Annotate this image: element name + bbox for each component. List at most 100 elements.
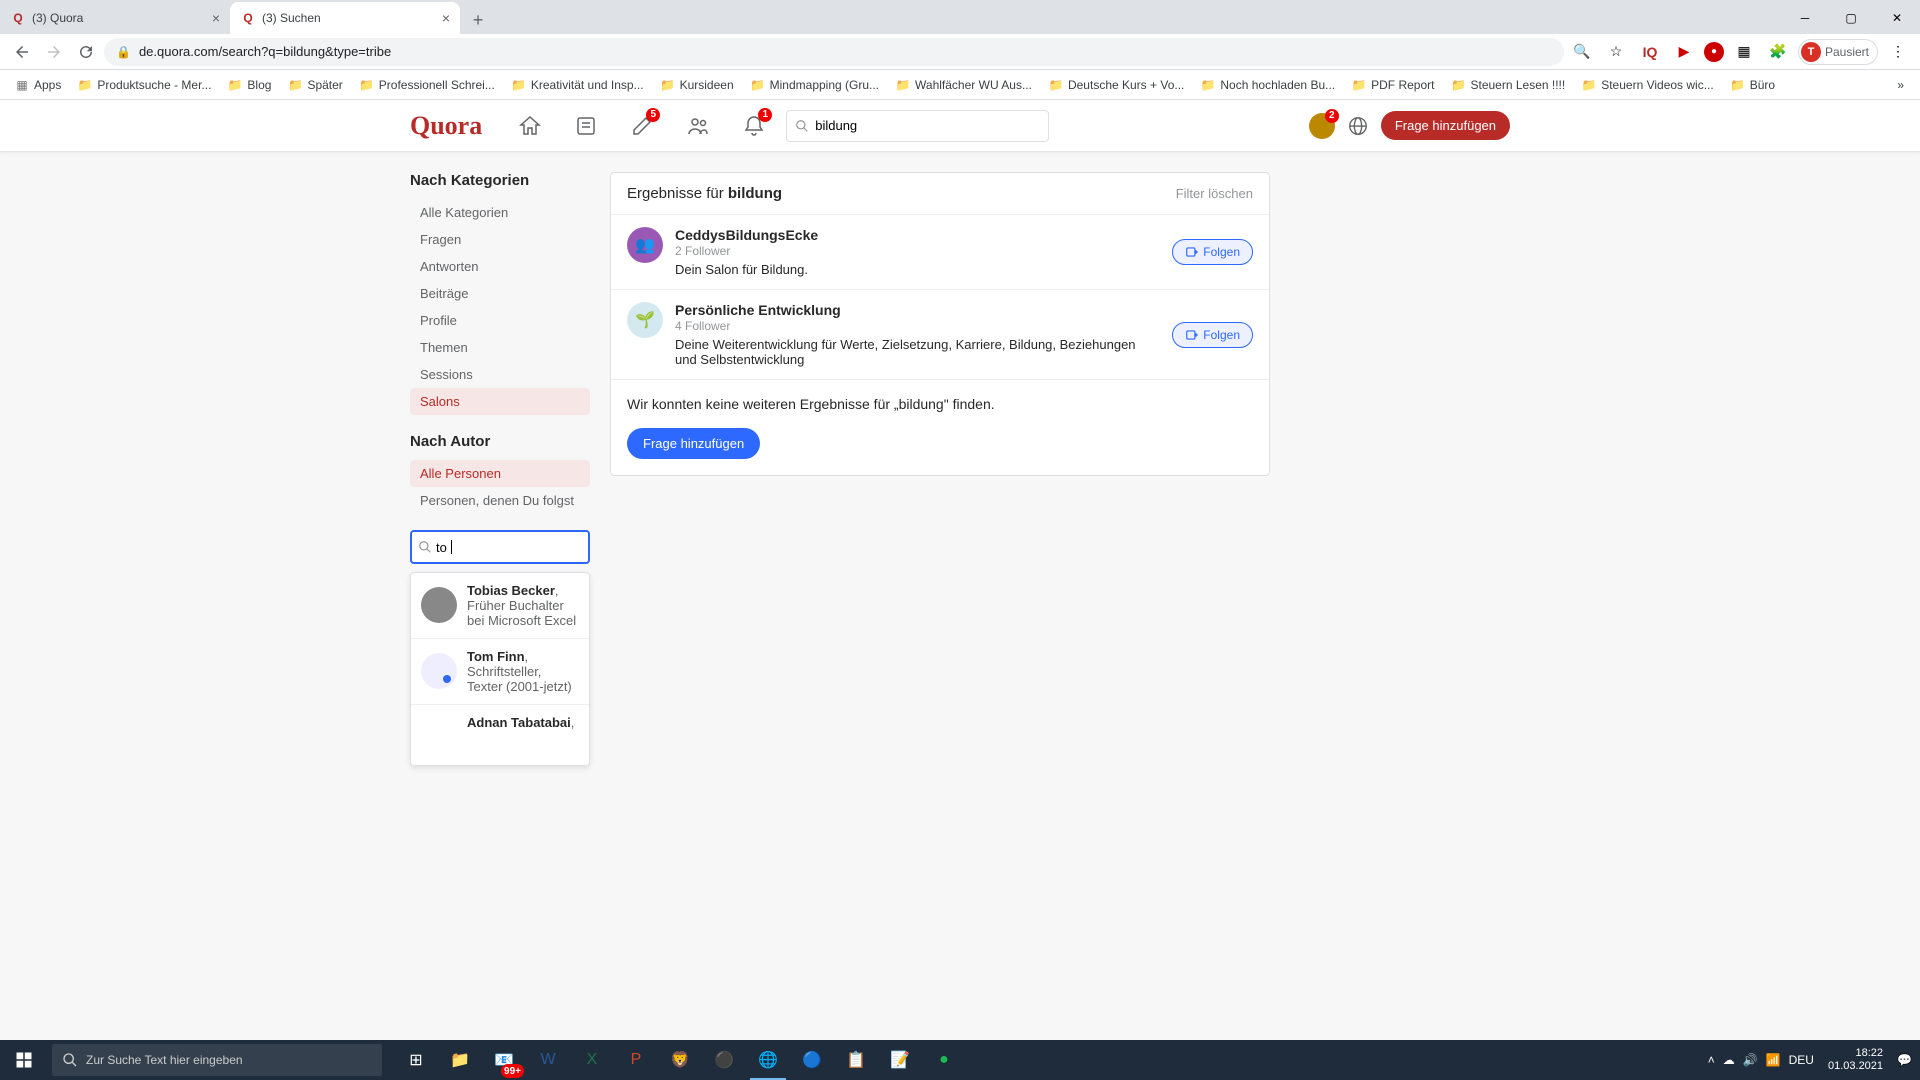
obs-icon[interactable]: ⚫ — [702, 1040, 746, 1080]
chrome-icon[interactable]: 🌐 — [746, 1040, 790, 1080]
cat-salons[interactable]: Salons — [410, 388, 590, 415]
edge-icon[interactable]: 🔵 — [790, 1040, 834, 1080]
bookmarks-overflow-button[interactable]: » — [1889, 74, 1912, 96]
spotify-icon[interactable]: ● — [922, 1040, 966, 1080]
autocomplete-item[interactable]: Adnan Tabatabai, — [411, 705, 589, 765]
person-search-value: to — [436, 540, 447, 555]
browser-toolbar: 🔒 de.quora.com/search?q=bildung&type=tri… — [0, 34, 1920, 70]
bookmark-item[interactable]: 📁PDF Report — [1345, 73, 1440, 97]
window-minimize-button[interactable]: ─ — [1782, 2, 1828, 34]
result-name[interactable]: CeddysBildungsEcke — [675, 227, 1160, 243]
bookmark-item[interactable]: 📁Später — [281, 73, 348, 97]
zoom-icon[interactable]: 🔍 — [1568, 38, 1596, 66]
tray-wifi-icon[interactable]: 📶 — [1766, 1053, 1781, 1067]
browser-tab-inactive[interactable]: Q (3) Quora × — [0, 2, 230, 34]
no-more-results-text: Wir konnten keine weiteren Ergebnisse fü… — [611, 380, 1269, 428]
extension-quora-icon[interactable]: IQ — [1636, 38, 1664, 66]
new-tab-button[interactable]: + — [464, 6, 492, 34]
nav-following[interactable] — [562, 106, 610, 146]
tray-volume-icon[interactable]: 🔊 — [1743, 1053, 1758, 1067]
powerpoint-icon[interactable]: P — [614, 1040, 658, 1080]
bookmark-apps[interactable]: ▦Apps — [8, 73, 67, 97]
folder-icon: 📁 — [895, 77, 911, 93]
quora-logo[interactable]: Quora — [410, 111, 482, 141]
search-input[interactable] — [815, 118, 1039, 133]
excel-icon[interactable]: X — [570, 1040, 614, 1080]
forward-button[interactable] — [40, 38, 68, 66]
start-button[interactable] — [0, 1040, 48, 1080]
close-tab-icon[interactable]: × — [212, 10, 220, 26]
nav-spaces[interactable] — [674, 106, 722, 146]
nav-notifications[interactable]: 1 — [730, 106, 778, 146]
person-search-wrap[interactable]: to — [410, 530, 590, 564]
bookmark-item[interactable]: 📁Produktsuche - Mer... — [71, 73, 217, 97]
bookmark-label: Später — [307, 78, 342, 92]
tab-title: (3) Quora — [32, 11, 83, 25]
chrome-menu-button[interactable]: ⋮ — [1884, 38, 1912, 66]
browser-tab-active[interactable]: Q (3) Suchen × — [230, 2, 460, 34]
add-question-button[interactable]: Frage hinzufügen — [1381, 111, 1510, 140]
clipboard-icon[interactable]: 📋 — [834, 1040, 878, 1080]
bookmark-label: Produktsuche - Mer... — [97, 78, 211, 92]
tray-cloud-icon[interactable]: ☁ — [1723, 1053, 1735, 1067]
taskbar-search[interactable]: Zur Suche Text hier eingeben — [52, 1044, 382, 1076]
bookmark-item[interactable]: 📁Mindmapping (Gru... — [744, 73, 885, 97]
nav-home[interactable] — [506, 106, 554, 146]
back-button[interactable] — [8, 38, 36, 66]
autocomplete-item[interactable]: Tobias Becker, Früher Buchalter bei Micr… — [411, 573, 589, 639]
taskbar-clock[interactable]: 18:22 01.03.2021 — [1822, 1047, 1889, 1073]
close-tab-icon[interactable]: × — [442, 10, 450, 26]
bookmark-item[interactable]: 📁Kursideen — [654, 73, 740, 97]
profile-badge[interactable]: T Pausiert — [1798, 39, 1878, 65]
persons-following[interactable]: Personen, denen Du folgst — [410, 487, 590, 514]
bookmark-item[interactable]: 📁Steuern Videos wic... — [1575, 73, 1720, 97]
bookmark-item[interactable]: 📁Kreativität und Insp... — [505, 73, 650, 97]
extension-qr-icon[interactable]: ▦ — [1730, 38, 1758, 66]
bookmark-item[interactable]: 📁Professionell Schrei... — [353, 73, 501, 97]
follow-button[interactable]: Folgen — [1172, 239, 1253, 265]
follow-button[interactable]: Folgen — [1172, 322, 1253, 348]
bookmark-item[interactable]: 📁Deutsche Kurs + Vo... — [1042, 73, 1190, 97]
profile-menu[interactable]: 2 — [1309, 113, 1335, 139]
bookmark-item[interactable]: 📁Wahlfächer WU Aus... — [889, 73, 1038, 97]
notepad-icon[interactable]: 📝 — [878, 1040, 922, 1080]
bookmarks-bar: ▦Apps 📁Produktsuche - Mer... 📁Blog 📁Spät… — [0, 70, 1920, 100]
cat-sessions[interactable]: Sessions — [410, 361, 590, 388]
word-icon[interactable]: W — [526, 1040, 570, 1080]
cat-profiles[interactable]: Profile — [410, 307, 590, 334]
extension-yt-icon[interactable]: ▶ — [1670, 38, 1698, 66]
cat-all[interactable]: Alle Kategorien — [410, 199, 590, 226]
tray-lang[interactable]: DEU — [1789, 1053, 1814, 1067]
bookmark-item[interactable]: 📁Blog — [221, 73, 277, 97]
extension-adblock-icon[interactable]: ● — [1704, 42, 1724, 62]
mail-icon[interactable]: 📧99+ — [482, 1040, 526, 1080]
bookmark-item[interactable]: 📁Büro — [1724, 73, 1781, 97]
notifications-icon[interactable]: 💬 — [1897, 1053, 1912, 1067]
extensions-button[interactable]: 🧩 — [1764, 38, 1792, 66]
language-button[interactable] — [1343, 111, 1373, 141]
reload-button[interactable] — [72, 38, 100, 66]
cat-topics[interactable]: Themen — [410, 334, 590, 361]
persons-all[interactable]: Alle Personen — [410, 460, 590, 487]
cat-posts[interactable]: Beiträge — [410, 280, 590, 307]
window-close-button[interactable]: ✕ — [1874, 2, 1920, 34]
explorer-icon[interactable]: 📁 — [438, 1040, 482, 1080]
header-search[interactable] — [786, 110, 1048, 142]
taskview-icon[interactable]: ⊞ — [394, 1040, 438, 1080]
cat-answers[interactable]: Antworten — [410, 253, 590, 280]
address-bar[interactable]: 🔒 de.quora.com/search?q=bildung&type=tri… — [104, 38, 1564, 66]
cat-questions[interactable]: Fragen — [410, 226, 590, 253]
bookmark-item[interactable]: 📁Steuern Lesen !!!! — [1444, 73, 1571, 97]
window-maximize-button[interactable]: ▢ — [1828, 2, 1874, 34]
bookmark-item[interactable]: 📁Noch hochladen Bu... — [1194, 73, 1341, 97]
result-name[interactable]: Persönliche Entwicklung — [675, 302, 1160, 318]
nav-answer[interactable]: 5 — [618, 106, 666, 146]
clear-filter-link[interactable]: Filter löschen — [1176, 186, 1253, 201]
add-question-primary-button[interactable]: Frage hinzufügen — [627, 428, 760, 459]
star-icon[interactable]: ☆ — [1602, 38, 1630, 66]
brave-icon[interactable]: 🦁 — [658, 1040, 702, 1080]
badge-count: 5 — [646, 108, 660, 122]
bookmark-label: Professionell Schrei... — [379, 78, 495, 92]
tray-chevron-icon[interactable]: ˄ — [1708, 1053, 1715, 1067]
autocomplete-item[interactable]: Tom Finn, Schriftsteller, Texter (2001-j… — [411, 639, 589, 705]
